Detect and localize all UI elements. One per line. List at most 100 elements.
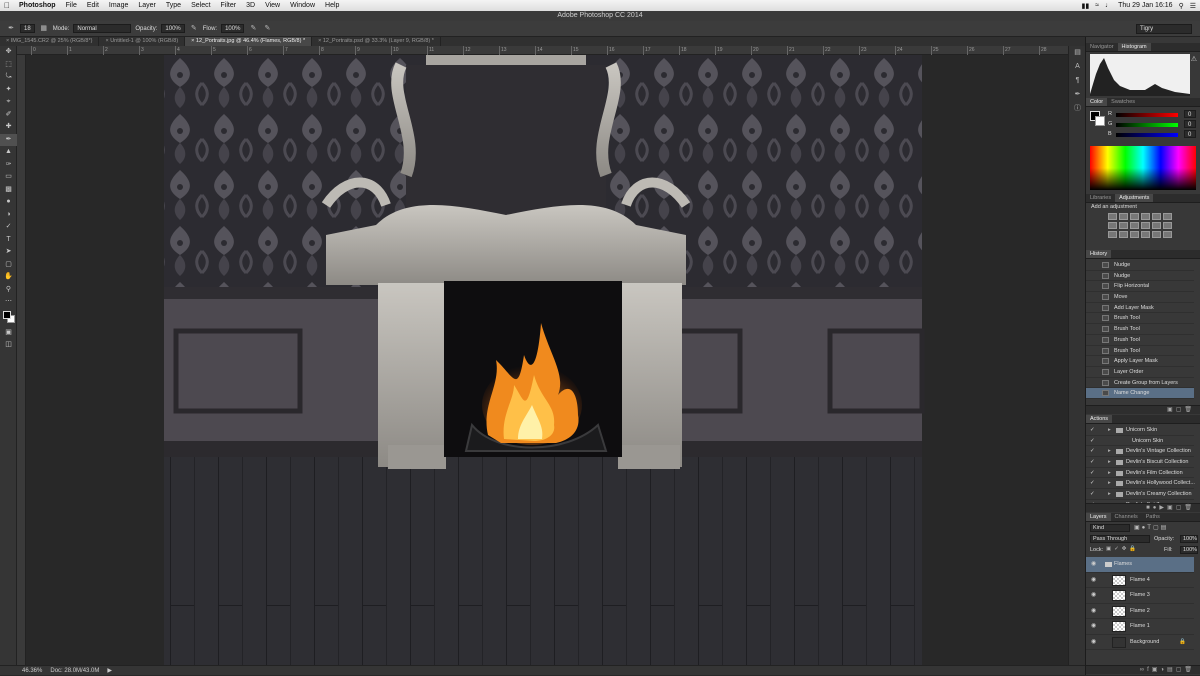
brush-size[interactable]: 18 bbox=[20, 24, 35, 33]
history-state[interactable]: Name Change bbox=[1086, 388, 1194, 399]
eyedropper-tool-icon[interactable]: ✐ bbox=[0, 109, 17, 122]
clock[interactable]: Thu 29 Jan 16:16 bbox=[1118, 2, 1173, 9]
selective-color-adjust-icon[interactable] bbox=[1141, 231, 1150, 238]
path-select-tool-icon[interactable]: ➤ bbox=[0, 246, 17, 259]
expand-triangle-icon[interactable]: ▸ bbox=[1108, 446, 1111, 457]
b-slider[interactable] bbox=[1116, 133, 1178, 137]
brush-tool-icon[interactable]: ✒ bbox=[0, 133, 17, 146]
expand-triangle-icon[interactable]: ▸ bbox=[1108, 489, 1111, 500]
snapshot-icon[interactable]: ▣ bbox=[1167, 407, 1176, 413]
layer-row[interactable]: ◉ Background 🔒 bbox=[1086, 635, 1194, 651]
action-toggle-icon[interactable]: ✓ bbox=[1090, 457, 1095, 468]
menu-help[interactable]: Help bbox=[320, 2, 344, 9]
menu-window[interactable]: Window bbox=[285, 2, 320, 9]
action-item[interactable]: ✓ Unicorn Skin bbox=[1086, 436, 1194, 447]
color-spectrum[interactable] bbox=[1090, 146, 1196, 190]
history-state[interactable]: Add Layer Mask bbox=[1086, 303, 1194, 314]
brush-presets-icon[interactable]: ✒ bbox=[1069, 88, 1086, 102]
expand-triangle-icon[interactable]: ▸ bbox=[1108, 457, 1111, 468]
color-lookup-adjust-icon[interactable] bbox=[1152, 222, 1161, 229]
volume-icon[interactable]: ♩ bbox=[1105, 2, 1112, 9]
opacity-input[interactable]: 100% bbox=[161, 24, 185, 33]
tab-navigator[interactable]: Navigator bbox=[1086, 43, 1118, 51]
hand-tool-icon[interactable]: ✋ bbox=[0, 271, 17, 284]
history-state[interactable]: Apply Layer Mask bbox=[1086, 356, 1194, 367]
pressure-opacity-icon[interactable]: ✎ bbox=[189, 24, 199, 33]
invert-adjust-icon[interactable] bbox=[1163, 222, 1172, 229]
quick-mask-icon[interactable]: ▣ bbox=[0, 327, 17, 340]
layer-name[interactable]: Flames bbox=[1114, 557, 1132, 573]
status-menu-arrow-icon[interactable]: ▶ bbox=[107, 666, 112, 675]
app-menu[interactable]: Photoshop bbox=[14, 2, 61, 9]
eraser-tool-icon[interactable]: ▭ bbox=[0, 171, 17, 184]
character-panel-icon[interactable]: A bbox=[1069, 60, 1086, 74]
layer-opacity-input[interactable]: 100% bbox=[1180, 535, 1198, 543]
menu-file[interactable]: File bbox=[61, 2, 82, 9]
action-item[interactable]: ✓ ▸ Devlin's Hollywood Collect... bbox=[1086, 478, 1195, 490]
action-item[interactable]: ✓ ▸ Devlin's Film Collection bbox=[1086, 468, 1194, 479]
action-item[interactable]: ✓ ▸ Unicorn Skin bbox=[1086, 425, 1194, 436]
menu-view[interactable]: View bbox=[260, 2, 285, 9]
histogram-warning-icon[interactable]: ⚠ bbox=[1191, 55, 1197, 63]
dodge-tool-icon[interactable]: ◑ bbox=[0, 209, 17, 222]
history-brush-tool-icon[interactable]: ✑ bbox=[0, 159, 17, 172]
screen-mode-icon[interactable]: ◫ bbox=[0, 339, 17, 352]
zoom-tool-icon[interactable]: ⚲ bbox=[0, 284, 17, 297]
curves-adjust-icon[interactable] bbox=[1130, 213, 1139, 220]
list-icon[interactable]: ☰ bbox=[1190, 2, 1196, 10]
color-chips[interactable] bbox=[0, 309, 17, 327]
action-item[interactable]: ✓ ▸ Devlin's Biscuit Collection bbox=[1086, 457, 1194, 468]
visibility-eye-icon[interactable]: ◉ bbox=[1091, 573, 1096, 589]
tab-doc-4[interactable]: × 12_Portraits.psd @ 33.3% (Layer 9, RGB… bbox=[312, 37, 441, 46]
battery-icon[interactable]: ▮▮ bbox=[1082, 2, 1090, 10]
vibrance-adjust-icon[interactable] bbox=[1152, 213, 1161, 220]
doc-size[interactable]: Doc: 28.0M/43.0M bbox=[50, 666, 99, 675]
brush-preset-icon[interactable]: ✒ bbox=[6, 24, 16, 33]
shadows-adjust-icon[interactable] bbox=[1152, 231, 1161, 238]
paragraph-panel-icon[interactable]: ¶ bbox=[1069, 74, 1086, 88]
expand-triangle-icon[interactable]: ▸ bbox=[1108, 478, 1111, 489]
group-icon[interactable]: ▤ bbox=[1167, 667, 1176, 673]
pressure-size-icon[interactable]: ✎ bbox=[262, 24, 272, 33]
menu-image[interactable]: Image bbox=[104, 2, 133, 9]
layer-name[interactable]: Flame 4 bbox=[1130, 573, 1150, 589]
menu-filter[interactable]: Filter bbox=[216, 2, 242, 9]
expand-triangle-icon[interactable]: ▸ bbox=[1108, 468, 1111, 479]
layer-row[interactable]: ◉ Flame 4 bbox=[1086, 573, 1194, 589]
layer-name[interactable]: Flame 2 bbox=[1130, 604, 1150, 620]
tab-doc-1[interactable]: × IMG_1545.CR2 @ 25% (RGB/8*) bbox=[0, 37, 100, 46]
action-item[interactable]: ✓ ▸ Devlin's Creamy Collection bbox=[1086, 489, 1194, 500]
menu-edit[interactable]: Edit bbox=[82, 2, 104, 9]
gradient-tool-icon[interactable]: ▩ bbox=[0, 184, 17, 197]
layer-name[interactable]: Background bbox=[1130, 635, 1159, 651]
menu-select[interactable]: Select bbox=[186, 2, 215, 9]
visibility-eye-icon[interactable]: ◉ bbox=[1091, 635, 1096, 651]
r-value[interactable]: 0 bbox=[1184, 110, 1196, 118]
document-canvas[interactable] bbox=[26, 55, 1085, 665]
action-toggle-icon[interactable]: ✓ bbox=[1090, 425, 1095, 436]
play-icon[interactable]: ▶ bbox=[1159, 505, 1167, 511]
foreground-color-swatch[interactable] bbox=[3, 310, 11, 319]
history-state[interactable]: Brush Tool bbox=[1086, 335, 1194, 346]
tab-histogram[interactable]: Histogram bbox=[1117, 43, 1151, 51]
tab-paths[interactable]: Paths bbox=[1142, 513, 1164, 521]
photo-filter-adjust-icon[interactable] bbox=[1130, 222, 1139, 229]
healing-tool-icon[interactable]: ✚ bbox=[0, 121, 17, 134]
posterize-adjust-icon[interactable] bbox=[1108, 231, 1117, 238]
edit-toolbar-icon[interactable]: ⋯ bbox=[0, 296, 17, 309]
tab-doc-2[interactable]: × Untitled-1 @ 100% (RGB/8) bbox=[99, 37, 186, 46]
layer-group-row[interactable]: ◉ Flames bbox=[1086, 557, 1194, 573]
layer-filter-kind[interactable]: Kind bbox=[1090, 524, 1130, 532]
marquee-tool-icon[interactable]: ⬚ bbox=[0, 59, 17, 72]
lock-icons[interactable]: ▣✓✥🔒 bbox=[1106, 546, 1139, 552]
canvas-area[interactable] bbox=[26, 55, 1085, 665]
tab-doc-3[interactable]: × 12_Portraits.jpg @ 46.4% (Flames, RGB/… bbox=[185, 37, 313, 46]
brush-panel-icon[interactable]: ▦ bbox=[39, 24, 49, 33]
action-toggle-icon[interactable]: ✓ bbox=[1090, 446, 1095, 457]
history-state[interactable]: Nudge bbox=[1086, 260, 1194, 271]
history-state[interactable]: Move bbox=[1086, 292, 1194, 303]
action-toggle-icon[interactable]: ✓ bbox=[1090, 489, 1095, 500]
history-state[interactable]: Flip Horizontal bbox=[1086, 281, 1194, 293]
gradient-map-adjust-icon[interactable] bbox=[1130, 231, 1139, 238]
hdr-adjust-icon[interactable] bbox=[1163, 231, 1172, 238]
